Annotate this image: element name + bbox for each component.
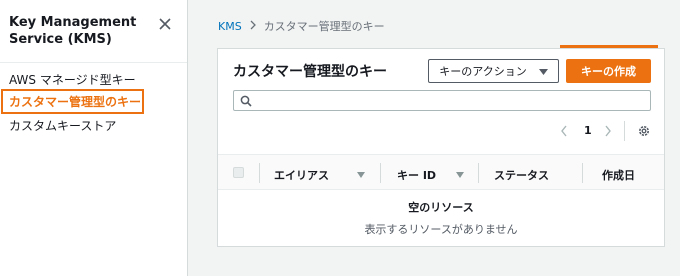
empty-state-description: 表示するリソースがありません xyxy=(364,223,518,236)
column-header-status[interactable]: ステータス xyxy=(494,167,549,183)
sidebar-item-highlight xyxy=(1,89,144,114)
create-key-button[interactable]: キーの作成 xyxy=(566,59,651,83)
sidebar-divider xyxy=(0,62,187,63)
caret-down-icon[interactable] xyxy=(456,168,464,181)
caret-down-icon[interactable] xyxy=(357,168,365,181)
breadcrumb: KMS カスタマー管理型のキー xyxy=(218,20,385,34)
close-icon[interactable] xyxy=(158,16,172,30)
caret-down-icon xyxy=(538,65,548,78)
column-header-created[interactable]: 作成日 xyxy=(602,167,635,183)
sidebar-item-aws-managed-keys[interactable]: AWS マネージド型キー xyxy=(9,72,136,88)
search-input[interactable] xyxy=(233,90,651,111)
select-all-checkbox[interactable] xyxy=(233,167,244,178)
column-header-alias[interactable]: エイリアス xyxy=(274,167,329,183)
column-divider xyxy=(478,163,479,183)
key-actions-dropdown[interactable]: キーのアクション xyxy=(428,59,559,83)
pagination-divider xyxy=(624,121,625,141)
pagination: 1 xyxy=(556,121,656,141)
key-actions-label: キーのアクション xyxy=(439,65,527,78)
column-divider xyxy=(582,163,583,183)
chevron-right-icon xyxy=(249,20,257,34)
gear-icon[interactable] xyxy=(637,124,651,141)
chevron-left-icon[interactable] xyxy=(560,125,568,140)
column-header-key-id[interactable]: キー ID xyxy=(397,167,436,183)
breadcrumb-kms-link[interactable]: KMS xyxy=(218,20,242,34)
panel-title: カスタマー管理型のキー xyxy=(233,64,387,80)
sidebar-item-custom-key-stores[interactable]: カスタムキーストア xyxy=(9,118,116,134)
sidebar-title: Key Management Service (KMS) xyxy=(9,15,137,47)
current-page-number[interactable]: 1 xyxy=(584,124,592,137)
column-divider xyxy=(259,163,260,183)
empty-state-title: 空のリソース xyxy=(408,201,474,214)
table-header: エイリアス キー ID ステータス 作成日 xyxy=(218,154,664,190)
column-divider xyxy=(380,163,381,183)
breadcrumb-current: カスタマー管理型のキー xyxy=(263,20,385,33)
chevron-right-icon[interactable] xyxy=(604,125,612,140)
keys-panel: カスタマー管理型のキー キーのアクション キーの作成 1 エイリアス キー ID… xyxy=(217,48,665,247)
sidebar: Key Management Service (KMS) AWS マネージド型キ… xyxy=(0,0,188,276)
